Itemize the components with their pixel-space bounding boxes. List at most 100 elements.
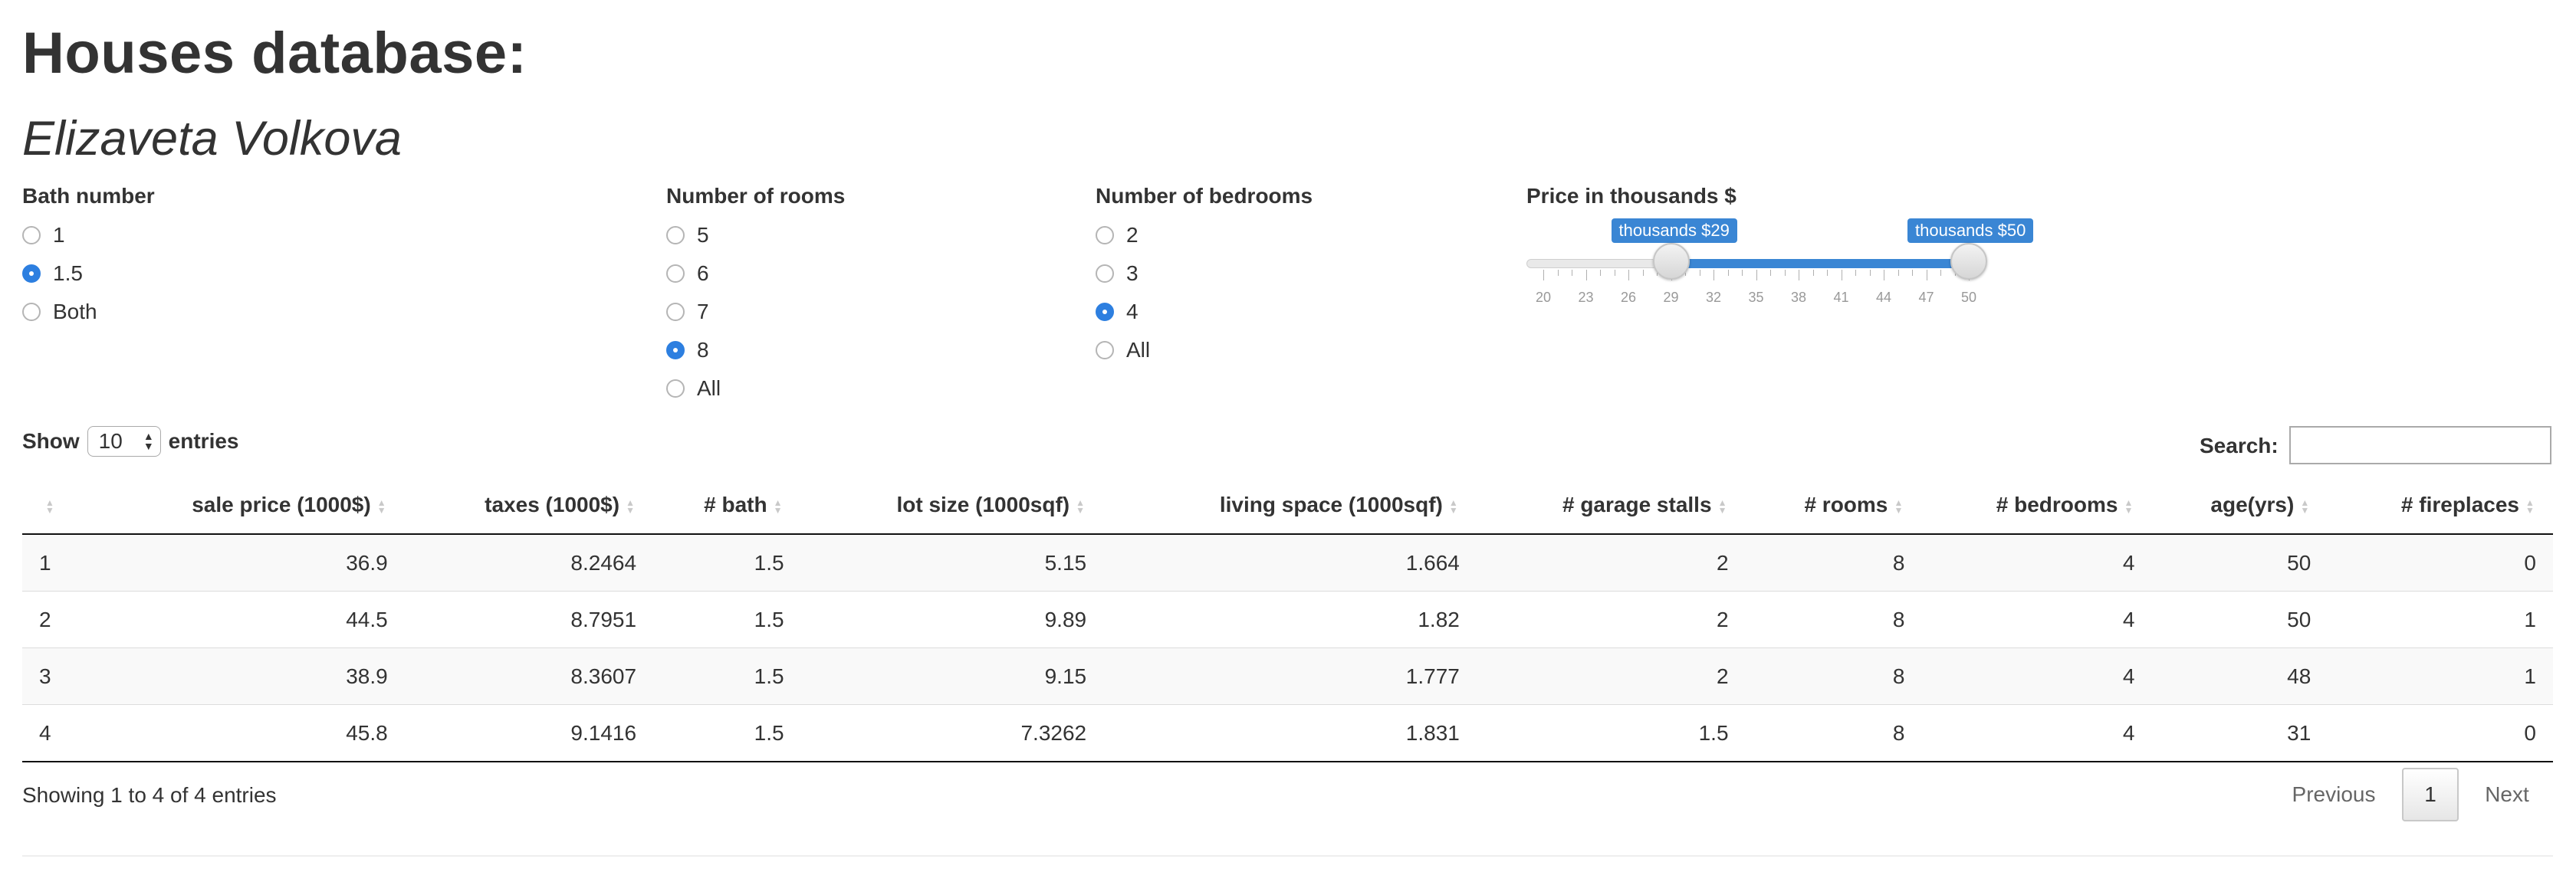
bedrooms-option-1[interactable]: 3 xyxy=(1096,260,1138,287)
column-header[interactable]: lot size (1000sqf) ▲ ▼ xyxy=(800,477,1104,535)
rooms-option-1[interactable]: 6 xyxy=(666,260,709,287)
table-row[interactable]: 3 38.9 8.3607 1.5 9.15 1.777 2 8 4 48 1 xyxy=(22,647,2553,705)
column-header[interactable]: living space (1000sqf) ▲ ▼ xyxy=(1103,477,1477,535)
sort-icon[interactable]: ▲ ▼ xyxy=(44,498,56,515)
column-header[interactable]: sale price (1000$) ▲ ▼ xyxy=(94,477,405,535)
sort-icon[interactable]: ▲ ▼ xyxy=(772,498,784,515)
column-header-label: # bedrooms xyxy=(1996,493,2118,516)
sort-icon[interactable]: ▲ ▼ xyxy=(2122,498,2134,515)
bath-radio-button[interactable] xyxy=(22,264,41,283)
table-row[interactable]: 2 44.5 8.7951 1.5 9.89 1.82 2 8 4 50 1 xyxy=(22,591,2553,648)
table-row[interactable]: 1 36.9 8.2464 1.5 5.15 1.664 2 8 4 50 0 xyxy=(22,533,2553,592)
table-cell: 1.5 xyxy=(653,647,801,705)
next-button[interactable]: Next xyxy=(2470,768,2544,821)
table-cell: 8 xyxy=(1745,704,1922,762)
sort-icon[interactable]: ▲ ▼ xyxy=(2298,498,2311,515)
column-header[interactable]: # rooms ▲ ▼ xyxy=(1745,477,1922,535)
sort-icon[interactable]: ▲ ▼ xyxy=(624,498,636,515)
table-cell: 8.7951 xyxy=(404,591,654,648)
table-cell: 38.9 xyxy=(94,647,405,705)
bedrooms-radio-button[interactable] xyxy=(1096,341,1114,359)
sort-icon[interactable]: ▲ ▼ xyxy=(1074,498,1086,515)
slider-tick xyxy=(1756,270,1757,280)
column-header[interactable]: # bedrooms ▲ ▼ xyxy=(1921,477,2152,535)
rooms-option-2[interactable]: 7 xyxy=(666,298,709,326)
table-cell: 45.8 xyxy=(94,704,405,762)
price-slider-range-bar xyxy=(1671,259,1969,268)
table-cell: 1 xyxy=(22,533,94,592)
previous-button[interactable]: Previous xyxy=(2280,768,2387,821)
column-header-label: living space (1000sqf) xyxy=(1219,493,1443,516)
sort-icon[interactable]: ▲ ▼ xyxy=(2524,498,2536,515)
slider-tick-label: 50 xyxy=(1960,290,1977,305)
bath-radio-button[interactable] xyxy=(22,226,41,244)
table-cell: 48 xyxy=(2151,647,2328,705)
rooms-option-label: All xyxy=(697,376,721,400)
table-cell: 1.5 xyxy=(1476,704,1746,762)
column-header[interactable]: # fireplaces ▲ ▼ xyxy=(2328,477,2553,535)
search-input[interactable] xyxy=(2289,426,2551,464)
bedrooms-radio-button[interactable] xyxy=(1096,303,1114,321)
sort-icon[interactable]: ▲ ▼ xyxy=(1717,498,1729,515)
table-cell: 8 xyxy=(1745,533,1922,592)
page-1-button[interactable]: 1 xyxy=(2402,768,2459,821)
table-cell: 2 xyxy=(1476,591,1746,648)
bath-radio-button[interactable] xyxy=(22,303,41,321)
rooms-option-label: 8 xyxy=(697,338,709,362)
search-label: Search: xyxy=(2200,434,2279,457)
table-cell: 4 xyxy=(1921,533,2152,592)
bath-option-label: Both xyxy=(53,300,97,323)
price-low-handle[interactable] xyxy=(1652,243,1690,280)
table-row[interactable]: 4 45.8 9.1416 1.5 7.3262 1.831 1.5 8 4 31 0 xyxy=(22,704,2553,762)
bedrooms-option-0[interactable]: 2 xyxy=(1096,221,1138,249)
table-cell: 7.3262 xyxy=(800,704,1104,762)
column-header[interactable]: age(yrs) ▲ ▼ xyxy=(2151,477,2328,535)
slider-tick xyxy=(1727,270,1729,276)
sort-icon[interactable]: ▲ ▼ xyxy=(1892,498,1904,515)
rooms-radio-button[interactable] xyxy=(666,226,685,244)
sort-icon[interactable]: ▲ ▼ xyxy=(376,498,388,515)
bedrooms-radio-button[interactable] xyxy=(1096,226,1114,244)
bedrooms-option-2[interactable]: 4 xyxy=(1096,298,1138,326)
table-cell: 2 xyxy=(22,591,94,648)
houses-table: ▲ ▼ sale price (1000$) ▲ ▼ taxes (1000$) ▲ ▼ # b… xyxy=(22,477,2553,762)
table-cell: 1.5 xyxy=(653,591,801,648)
show-label: Show xyxy=(22,429,80,453)
slider-tick xyxy=(1812,270,1814,276)
select-arrows-icon: ▲ ▼ xyxy=(143,430,154,452)
rooms-option-3[interactable]: 8 xyxy=(666,336,709,364)
bath-option-0[interactable]: 1 xyxy=(22,221,65,249)
column-header[interactable]: taxes (1000$) ▲ ▼ xyxy=(404,477,654,535)
bath-option-2[interactable]: Both xyxy=(22,298,97,326)
column-header[interactable]: # garage stalls ▲ ▼ xyxy=(1476,477,1746,535)
column-header[interactable]: # bath ▲ ▼ xyxy=(653,477,801,535)
author-name: Elizaveta Volkova xyxy=(22,112,402,166)
table-cell: 1 xyxy=(2328,647,2553,705)
table-cell: 0 xyxy=(2328,533,2553,592)
bedrooms-radio-button[interactable] xyxy=(1096,264,1114,283)
sort-icon[interactable]: ▲ ▼ xyxy=(1447,498,1460,515)
table-cell: 1.5 xyxy=(653,704,801,762)
bath-option-1[interactable]: 1.5 xyxy=(22,260,83,287)
rooms-radio-button[interactable] xyxy=(666,303,685,321)
rooms-option-0[interactable]: 5 xyxy=(666,221,709,249)
column-header-label: taxes (1000$) xyxy=(485,493,620,516)
rooms-radio-button[interactable] xyxy=(666,341,685,359)
slider-tick-label: 20 xyxy=(1535,290,1552,305)
table-cell: 4 xyxy=(22,704,94,762)
slider-tick xyxy=(1557,270,1559,276)
bedrooms-option-3[interactable]: All xyxy=(1096,336,1150,364)
column-header[interactable]: ▲ ▼ xyxy=(22,477,94,535)
rooms-radio-button[interactable] xyxy=(666,379,685,398)
column-header-label: sale price (1000$) xyxy=(192,493,371,516)
entries-select[interactable]: 10 ▲ ▼ xyxy=(87,426,161,457)
slider-tick xyxy=(1585,270,1587,280)
bedrooms-option-label: All xyxy=(1126,338,1151,362)
table-cell: 8.2464 xyxy=(404,533,654,592)
bath-number-label: Bath number xyxy=(22,184,155,208)
price-high-handle[interactable] xyxy=(1950,243,1987,280)
entries-label: entries xyxy=(168,429,239,453)
rooms-option-4[interactable]: All xyxy=(666,375,721,402)
rooms-radio-button[interactable] xyxy=(666,264,685,283)
slider-tick xyxy=(1940,270,1941,276)
